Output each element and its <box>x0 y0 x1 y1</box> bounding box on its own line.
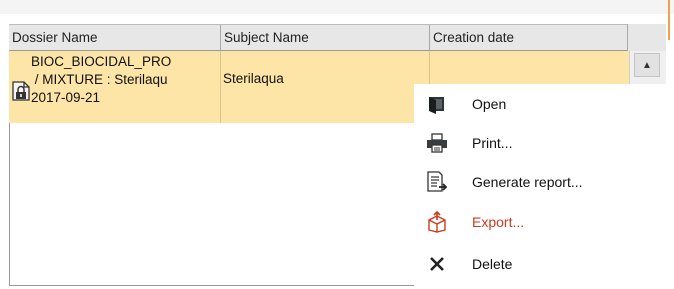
menu-label-generate-report: Generate report... <box>472 174 583 190</box>
subject-name-cell[interactable]: Sterilaqua <box>221 51 430 123</box>
menu-label-open: Open <box>472 96 507 112</box>
open-icon <box>426 93 448 115</box>
locked-document-icon <box>12 81 30 101</box>
menu-item-open[interactable]: Open <box>414 86 654 122</box>
menu-item-delete[interactable]: Delete <box>414 246 654 282</box>
column-header-dossier-name[interactable]: Dossier Name <box>9 25 221 51</box>
dossier-table-panel: Dossier Name Subject Name Creation date … <box>0 0 674 289</box>
printer-icon <box>426 132 448 154</box>
export-icon <box>426 211 448 233</box>
menu-item-generate-report[interactable]: Generate report... <box>414 164 654 200</box>
menu-item-export[interactable]: Export... <box>414 204 654 240</box>
scroll-up-button[interactable]: ▲ <box>634 53 660 77</box>
table-header: Dossier Name Subject Name Creation date <box>9 24 666 51</box>
delete-icon <box>426 253 448 275</box>
report-icon <box>426 171 448 193</box>
arrow-up-icon: ▲ <box>642 59 652 71</box>
menu-item-print[interactable]: Print... <box>414 125 654 161</box>
column-header-subject-name[interactable]: Subject Name <box>221 25 430 51</box>
context-menu: Open Print... Generate report... Export.… <box>414 84 674 289</box>
menu-label-delete: Delete <box>472 256 513 272</box>
subject-name-text: Sterilaqua <box>223 71 284 86</box>
scroll-corner <box>627 24 666 51</box>
dossier-name-text: BIOC_BIOCIDAL_PRO / MIXTURE : Sterilaqu … <box>31 54 172 105</box>
menu-label-export: Export... <box>472 214 525 230</box>
top-strip <box>0 0 674 14</box>
menu-label-print: Print... <box>472 135 513 151</box>
accent-border <box>668 0 670 40</box>
dossier-name-cell[interactable]: BIOC_BIOCIDAL_PRO / MIXTURE : Sterilaqu … <box>9 51 221 123</box>
